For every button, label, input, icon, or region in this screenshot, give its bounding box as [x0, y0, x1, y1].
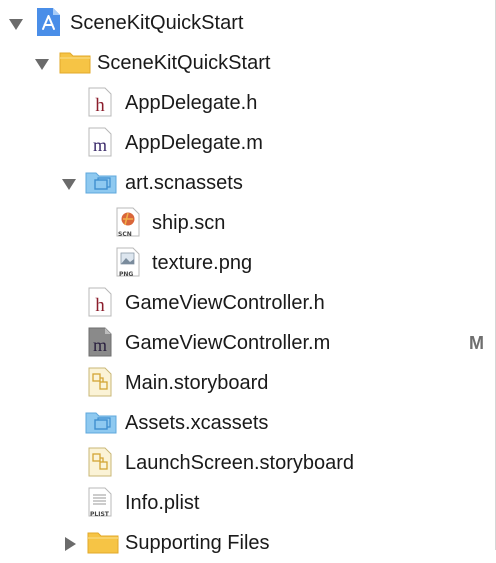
group-name: SceneKitQuickStart: [97, 52, 271, 74]
file-name: texture.png: [152, 252, 253, 274]
tree-row-file[interactable]: h AppDelegate.h: [0, 83, 496, 123]
disclosure-expanded-icon[interactable]: [34, 56, 50, 72]
tree-row-group[interactable]: Supporting Files: [0, 523, 496, 563]
file-name: GameViewController.m: [125, 332, 331, 354]
file-type-badge: PNG: [119, 271, 134, 278]
file-name: Info.plist: [125, 492, 200, 514]
tree-row-file[interactable]: h GameViewController.h: [0, 283, 496, 323]
tree-row-file[interactable]: PNG texture.png: [0, 243, 496, 283]
tree-row-file[interactable]: SCN ship.scn: [0, 203, 496, 243]
project-name: SceneKitQuickStart: [70, 12, 244, 34]
disclosure-expanded-icon[interactable]: [8, 16, 24, 32]
header-file-icon: h: [88, 87, 118, 117]
tree-row-file[interactable]: m AppDelegate.m: [0, 123, 496, 163]
file-name: AppDelegate.m: [125, 132, 263, 154]
svg-text:h: h: [95, 95, 105, 116]
disclosure-expanded-icon[interactable]: [61, 176, 77, 192]
storyboard-file-icon: [88, 447, 118, 477]
asset-folder-icon: [85, 407, 117, 437]
file-name: GameViewController.h: [125, 292, 325, 314]
file-name: AppDelegate.h: [125, 92, 258, 114]
source-control-status-badge: M: [469, 333, 484, 353]
file-name: LaunchScreen.storyboard: [125, 452, 355, 474]
svg-text:m: m: [93, 335, 107, 355]
file-type-badge: SCN: [118, 231, 132, 238]
tree-row-folder[interactable]: Assets.xcassets: [0, 403, 496, 443]
folder-name: art.scnassets: [125, 172, 243, 194]
svg-text:m: m: [93, 135, 107, 155]
tree-row-file[interactable]: Main.storyboard: [0, 363, 496, 403]
file-name: ship.scn: [152, 212, 226, 234]
header-file-icon: h: [88, 287, 118, 317]
project-navigator: SceneKitQuickStart SceneKitQuickStart h …: [0, 0, 496, 554]
objc-source-file-icon: m: [88, 127, 118, 157]
asset-folder-icon: [85, 167, 117, 197]
folder-name: Assets.xcassets: [125, 412, 269, 434]
tree-row-file[interactable]: m GameViewController.m M: [0, 323, 496, 363]
group-name: Supporting Files: [125, 532, 270, 554]
objc-source-file-icon: m: [88, 327, 118, 357]
svg-text:h: h: [95, 295, 105, 316]
file-type-badge: PLIST: [90, 511, 109, 518]
tree-row-project[interactable]: SceneKitQuickStart: [0, 3, 496, 43]
tree-row-file[interactable]: PLIST Info.plist: [0, 483, 496, 523]
folder-icon: [87, 527, 119, 557]
xcode-project-icon: [33, 7, 63, 37]
tree-row-file[interactable]: LaunchScreen.storyboard: [0, 443, 496, 483]
tree-row-group[interactable]: SceneKitQuickStart: [0, 43, 496, 83]
file-name: Main.storyboard: [125, 372, 269, 394]
tree-row-folder[interactable]: art.scnassets: [0, 163, 496, 203]
storyboard-file-icon: [88, 367, 118, 397]
folder-icon: [59, 47, 91, 77]
